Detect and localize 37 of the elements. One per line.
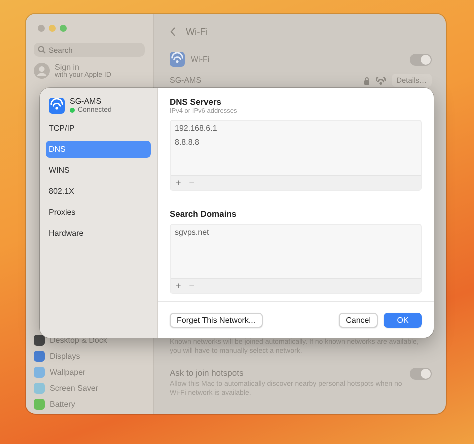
network-name: SG-AMS: [70, 97, 103, 106]
add-button[interactable]: +: [173, 177, 184, 189]
lock-icon: [364, 76, 370, 84]
minimize-button[interactable]: [49, 25, 56, 32]
list-entry[interactable]: sgvps.net: [175, 228, 417, 237]
page-title: Wi-Fi: [186, 26, 208, 38]
toggle-switch[interactable]: [410, 368, 432, 380]
sidebar-tab[interactable]: TCP/IP: [46, 120, 151, 137]
section-title: Search Domains: [170, 209, 238, 219]
cancel-button[interactable]: Cancel: [339, 312, 378, 328]
sidebar-item[interactable]: Displays: [50, 352, 80, 361]
wifi-icon: [170, 52, 185, 67]
avatar-icon[interactable]: [34, 63, 50, 79]
close-button[interactable]: [38, 25, 45, 32]
sidebar-item[interactable]: Wallpaper: [50, 368, 86, 377]
sidebar-tab[interactable]: WINS: [46, 162, 151, 179]
zoom-button[interactable]: [60, 25, 67, 32]
list-entry[interactable]: 192.168.6.1: [175, 124, 417, 133]
sidebar-tab[interactable]: Hardware: [46, 225, 151, 242]
back-chevron-icon[interactable]: [170, 27, 176, 37]
section-title: DNS Servers: [170, 97, 223, 107]
ok-button[interactable]: OK: [384, 312, 422, 328]
list-entry[interactable]: 8.8.8.8: [175, 138, 417, 147]
sidebar-tab[interactable]: Proxies: [46, 204, 151, 221]
add-button[interactable]: +: [173, 280, 184, 292]
forget-network-button[interactable]: Forget This Network...: [170, 312, 263, 328]
sidebar-tab[interactable]: 802.1X: [46, 183, 151, 200]
wifi-label: Wi-Fi: [191, 55, 210, 64]
sidebar-item[interactable]: Battery: [50, 400, 76, 409]
toggle-switch[interactable]: [410, 54, 432, 66]
network-name: SG-AMS: [170, 76, 202, 85]
wifi-icon: [49, 98, 65, 114]
wifi-signal-icon: [376, 76, 386, 84]
sign-in-title[interactable]: Sign in: [55, 63, 112, 72]
sidebar-tab[interactable]: DNS: [46, 141, 151, 158]
sidebar-item[interactable]: Screen Saver: [50, 384, 98, 393]
hotspots-title: Ask to join hotspots: [170, 368, 245, 378]
